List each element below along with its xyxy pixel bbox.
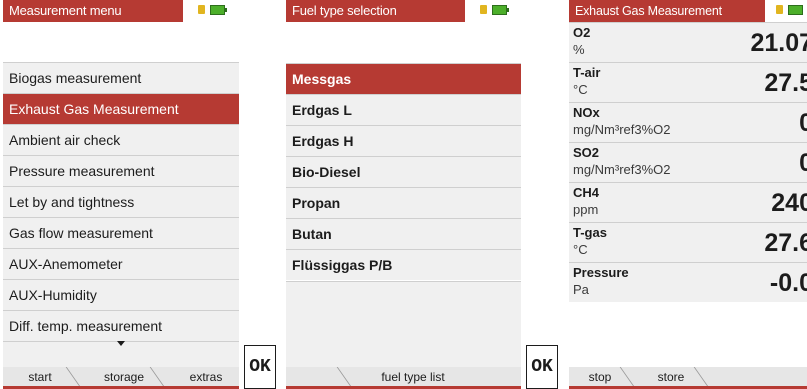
menu-item[interactable]: Biogas measurement (3, 62, 239, 93)
measurement-value: 21.07 (750, 29, 807, 57)
menu-item-label: Ambient air check (9, 132, 121, 148)
battery-icon (492, 5, 507, 15)
measurement-value: -0.0 (769, 269, 807, 297)
fuel-item[interactable]: Erdgas L (286, 94, 521, 125)
measurement-name: T-air (573, 65, 601, 80)
fuel-item-label: Propan (292, 195, 341, 211)
fuel-type-screen: Fuel type selection Messgas Erdgas L Erdga… (286, 0, 521, 389)
measurement-value: 0 (799, 149, 807, 177)
measurement-row: SO2 mg/Nm³ref3%O2 0 (569, 142, 807, 182)
screen-title: Measurement menu (9, 3, 122, 18)
measurement-row: T-air °C 27.5 (569, 62, 807, 102)
battery-icon (210, 5, 225, 15)
battery-tip (507, 8, 509, 12)
probe-icon (776, 5, 783, 14)
menu-item[interactable]: Diff. temp. measurement (3, 310, 239, 341)
measurement-name: CH4 (573, 185, 600, 200)
menu-item[interactable]: AUX-Anemometer (3, 248, 239, 279)
title-gap (3, 22, 239, 32)
fuel-item-label: Flüssiggas P/B (292, 257, 393, 273)
menu-item-label: Gas flow measurement (9, 225, 153, 241)
measurement-unit: °C (573, 242, 588, 257)
fuel-item-label: Butan (292, 226, 332, 242)
menu-item[interactable]: Gas flow measurement (3, 217, 239, 248)
menu-item[interactable]: Exhaust Gas Measurement (3, 93, 239, 124)
list-empty-area (286, 281, 521, 367)
probe-icon (480, 5, 487, 14)
measurement-name: O2 (573, 25, 591, 40)
title-tab-slant (449, 0, 465, 22)
fuel-item[interactable]: Flüssiggas P/B (286, 249, 521, 280)
measurement-value: 240 (771, 189, 807, 217)
ok-button[interactable]: OK (526, 345, 558, 389)
menu-item-label: Pressure measurement (9, 163, 155, 179)
menu-item-label: Exhaust Gas Measurement (9, 101, 179, 117)
measurement-unit: Pa (573, 282, 589, 297)
measurement-row: Pressure Pa -0.0 (569, 262, 807, 302)
measurement-row: CH4 ppm 240 (569, 182, 807, 222)
softkey-store[interactable]: store (641, 367, 701, 386)
measurement-value: 27.5 (764, 69, 807, 97)
menu-item[interactable]: Pressure measurement (3, 155, 239, 186)
measurement-row: NOx mg/Nm³ref3%O2 0 (569, 102, 807, 142)
measurement-row: T-gas °C 27.6 (569, 222, 807, 262)
menu-item-label: Diff. temp. measurement (9, 318, 163, 334)
fuel-item[interactable]: Butan (286, 218, 521, 249)
measurement-unit: ppm (573, 202, 599, 217)
fuel-item-label: Erdgas H (292, 133, 354, 149)
probe-icon (198, 5, 205, 14)
softkey-storage[interactable]: storage (89, 367, 159, 386)
fuel-item[interactable]: Bio-Diesel (286, 156, 521, 187)
measurement-menu-screen: Measurement menu Biogas measurement Exhau… (3, 0, 239, 389)
ok-button[interactable]: OK (244, 345, 276, 389)
fuel-item-label: Messgas (292, 71, 352, 87)
measurement-unit: % (573, 42, 585, 57)
softkey-extras[interactable]: extras (173, 367, 239, 386)
measurement-unit: mg/Nm³ref3%O2 (573, 122, 671, 137)
title-tab-slant (749, 0, 765, 22)
measurement-row: O2% 21.07 (569, 22, 807, 62)
menu-item[interactable]: Let by and tightness (3, 186, 239, 217)
measurement-unit: °C (573, 82, 588, 97)
title-gap (286, 22, 521, 32)
fuel-item[interactable]: Erdgas H (286, 125, 521, 156)
softkey-bar: fuel type list (286, 367, 521, 389)
softkey-bar: start storage extras (3, 367, 239, 389)
fuel-item[interactable]: Propan (286, 187, 521, 218)
title-tab-slant (167, 0, 183, 22)
menu-item-label: AUX-Humidity (9, 287, 97, 303)
measurement-name: NOx (573, 105, 600, 120)
exhaust-gas-screen: Exhaust Gas Measurement O2% 21.07 T-air °C 2… (569, 0, 807, 389)
screen-title: Fuel type selection (292, 3, 397, 18)
menu-item[interactable]: AUX-Humidity (3, 279, 239, 310)
fuel-item-label: Erdgas L (292, 102, 352, 118)
battery-tip (225, 8, 227, 12)
fuel-item[interactable]: Messgas (286, 63, 521, 94)
softkey-fuel-type-list[interactable]: fuel type list (358, 367, 468, 386)
softkey-separator (336, 367, 351, 386)
fuel-item-label: Bio-Diesel (292, 164, 361, 180)
measurement-value: 0 (799, 109, 807, 137)
menu-item-label: AUX-Anemometer (9, 256, 123, 272)
measurement-name: T-gas (573, 225, 607, 240)
measurement-name: Pressure (573, 265, 629, 280)
battery-icon (788, 5, 803, 15)
arrow-down-icon (117, 341, 125, 346)
softkey-start[interactable]: start (3, 367, 77, 386)
menu-item-label: Biogas measurement (9, 70, 142, 86)
menu-item[interactable]: Ambient air check (3, 124, 239, 155)
softkey-bar: stop store (569, 367, 807, 389)
measurement-unit: mg/Nm³ref3%O2 (573, 162, 671, 177)
measurement-value: 27.6 (764, 229, 807, 257)
screen-title: Exhaust Gas Measurement (575, 4, 722, 18)
menu-item-label: Let by and tightness (9, 194, 135, 210)
measurement-name: SO2 (573, 145, 600, 160)
